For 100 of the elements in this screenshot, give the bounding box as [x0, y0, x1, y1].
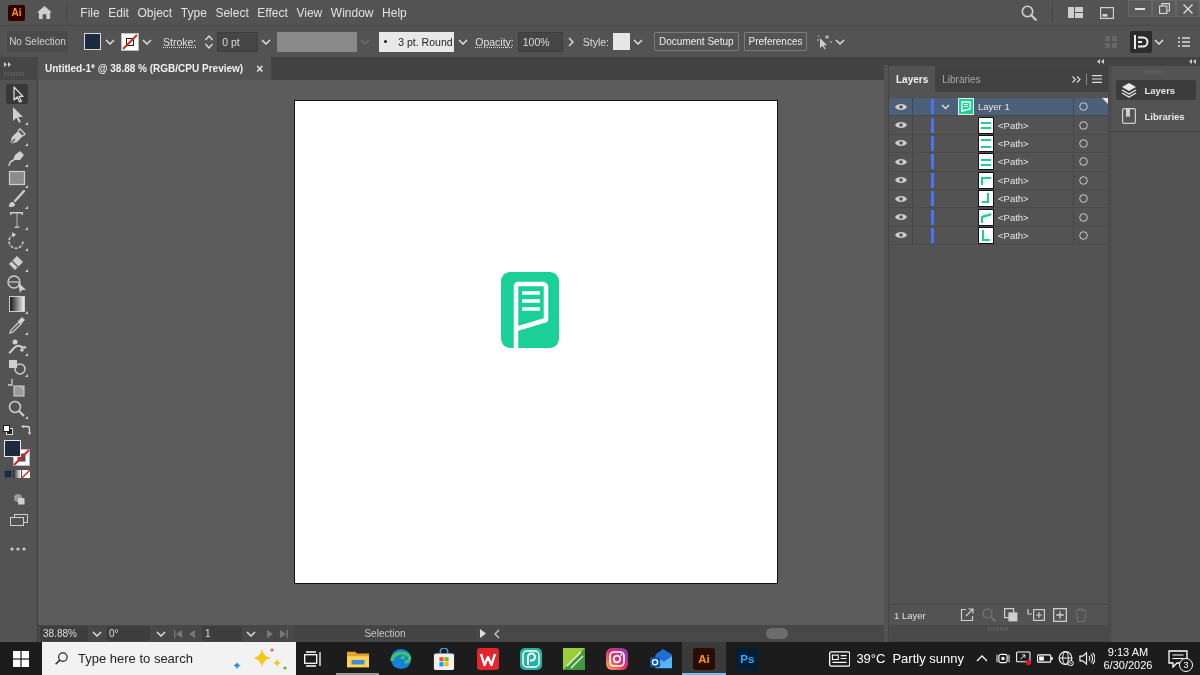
chevron-down-icon[interactable]: [633, 38, 644, 45]
menu-item[interactable]: Edit: [103, 3, 134, 22]
chevron-down-icon[interactable]: [142, 38, 152, 45]
eye-icon[interactable]: [894, 213, 907, 222]
gradient-mode-icon[interactable]: [12, 470, 21, 478]
chevron-right-icon[interactable]: [567, 36, 574, 47]
eye-icon[interactable]: [894, 121, 907, 130]
target-circle-icon[interactable]: [1079, 138, 1088, 148]
artboard-number-field[interactable]: 1: [202, 626, 242, 641]
menu-item[interactable]: File: [76, 3, 104, 22]
speaker-icon[interactable]: [1078, 651, 1095, 666]
eye-icon[interactable]: [894, 176, 907, 185]
menu-item[interactable]: Select: [211, 3, 254, 22]
layer-row[interactable]: Layer 1: [889, 98, 1108, 117]
taskbar-app-button[interactable]: Ps: [725, 642, 769, 675]
chevron-down-icon[interactable]: [458, 38, 469, 45]
chevron-up-icon[interactable]: [975, 655, 988, 662]
menu-item[interactable]: View: [292, 3, 327, 22]
shape-builder-tool-icon[interactable]: [5, 273, 28, 293]
menu-item[interactable]: Help: [377, 3, 412, 22]
play-icon[interactable]: [480, 629, 486, 638]
eye-icon[interactable]: [894, 157, 907, 166]
opacity-field[interactable]: 100%: [517, 31, 563, 52]
chevron-down-icon[interactable]: [835, 38, 846, 45]
rotate-tool-icon[interactable]: [5, 231, 28, 251]
globe-icon[interactable]: [1057, 651, 1074, 666]
menu-item[interactable]: Type: [176, 3, 212, 22]
dock-panel-button[interactable]: Layers: [1115, 80, 1196, 100]
panel-layout-icon[interactable]: [1100, 6, 1114, 19]
tab-close-button[interactable]: ×: [256, 61, 264, 76]
swap-arrow-icon[interactable]: [20, 425, 31, 435]
target-circle-icon[interactable]: [1079, 230, 1088, 240]
selection-tool-icon[interactable]: [5, 84, 28, 104]
spinner-icon[interactable]: [204, 33, 215, 50]
control-button[interactable]: Preferences: [743, 32, 808, 51]
align-icon[interactable]: [1130, 30, 1152, 53]
double-chevron-icon[interactable]: [1072, 75, 1081, 83]
eye-icon[interactable]: [894, 139, 907, 148]
collapse-icon[interactable]: [1189, 59, 1196, 64]
target-circle-icon[interactable]: [1079, 175, 1088, 185]
chevron-down-icon[interactable]: [246, 630, 256, 637]
opacity-label[interactable]: Opacity:: [475, 35, 514, 48]
sublayer-icon[interactable]: [1027, 608, 1045, 622]
expand-icon[interactable]: [4, 62, 11, 67]
list-icon[interactable]: [1178, 36, 1190, 47]
target-circle-icon[interactable]: [1079, 157, 1088, 167]
more-tools-icon[interactable]: [9, 547, 26, 551]
close-button[interactable]: [1176, 0, 1200, 17]
artboard-tool-icon[interactable]: [5, 378, 28, 398]
target-circle-icon[interactable]: [1079, 212, 1088, 222]
zoom-field[interactable]: 38.88%: [40, 626, 88, 641]
panel-menu-icon[interactable]: [1092, 75, 1102, 83]
export-icon[interactable]: [960, 608, 974, 622]
control-button[interactable]: Document Setup: [654, 32, 739, 51]
menu-item[interactable]: Effect: [253, 3, 293, 22]
graphic-style-swatch[interactable]: [613, 33, 631, 50]
search-icon[interactable]: [1021, 4, 1037, 21]
notification-icon[interactable]: [1167, 649, 1188, 668]
search-box[interactable]: Type here to search: [42, 642, 296, 675]
chevron-down-icon[interactable]: [1154, 38, 1164, 45]
minimize-button[interactable]: [1128, 0, 1152, 17]
workspace-icon[interactable]: [1068, 7, 1083, 18]
rotation-field[interactable]: 0°: [106, 626, 150, 641]
chevron-down-icon[interactable]: [105, 38, 115, 45]
draw-mode-icon[interactable]: [12, 493, 25, 505]
path-row[interactable]: <Path>: [889, 116, 1108, 135]
chevron-down-icon[interactable]: [92, 630, 102, 637]
eye-icon[interactable]: [894, 102, 907, 111]
brush-field[interactable]: 3 pt. Round: [379, 31, 455, 52]
battery-icon[interactable]: [1036, 651, 1053, 666]
fill-swatch-icon[interactable]: [3, 440, 21, 457]
current-tool-label[interactable]: Selection: [294, 626, 476, 641]
target-circle-icon[interactable]: [1079, 120, 1088, 130]
weather-widget[interactable]: 39°C Partly sunny: [823, 642, 964, 675]
chevron-left-icon[interactable]: [494, 628, 500, 639]
panel-tab[interactable]: Layers: [889, 66, 936, 92]
select-similar-icon[interactable]: [815, 33, 834, 50]
stroke-label[interactable]: Stroke:: [163, 35, 197, 48]
monitor-alert-icon[interactable]: [1015, 651, 1032, 666]
eye-icon[interactable]: [894, 231, 907, 240]
dock-panel-button[interactable]: Libraries: [1115, 106, 1196, 126]
target-circle-icon[interactable]: [1079, 102, 1088, 112]
chevron-down-icon[interactable]: [156, 630, 166, 637]
path-row[interactable]: <Path>: [889, 208, 1108, 227]
chevron-down-icon[interactable]: [261, 38, 272, 45]
clock-button[interactable]: 9:13 AM 6/30/2026: [1099, 642, 1156, 675]
restore-button[interactable]: [1152, 0, 1176, 17]
menu-item[interactable]: Window: [326, 3, 378, 22]
screen-mode-icon[interactable]: [9, 514, 28, 526]
new-layer-icon[interactable]: [1053, 608, 1067, 622]
stroke-weight-field[interactable]: 0 pt: [217, 31, 259, 52]
panel-tab[interactable]: Libraries: [935, 66, 988, 92]
path-row[interactable]: <Path>: [889, 153, 1108, 172]
target-circle-icon[interactable]: [1079, 194, 1088, 204]
none-mode-icon[interactable]: [21, 470, 30, 478]
document-tab[interactable]: Untitled-1* @ 38.88 % (RGB/CPU Preview) ×: [38, 57, 272, 80]
fill-swatch-icon[interactable]: [84, 33, 101, 50]
chevron-down-icon[interactable]: [941, 103, 950, 110]
menu-item[interactable]: Object: [133, 3, 177, 22]
search-input[interactable]: Type here to search: [78, 651, 218, 666]
